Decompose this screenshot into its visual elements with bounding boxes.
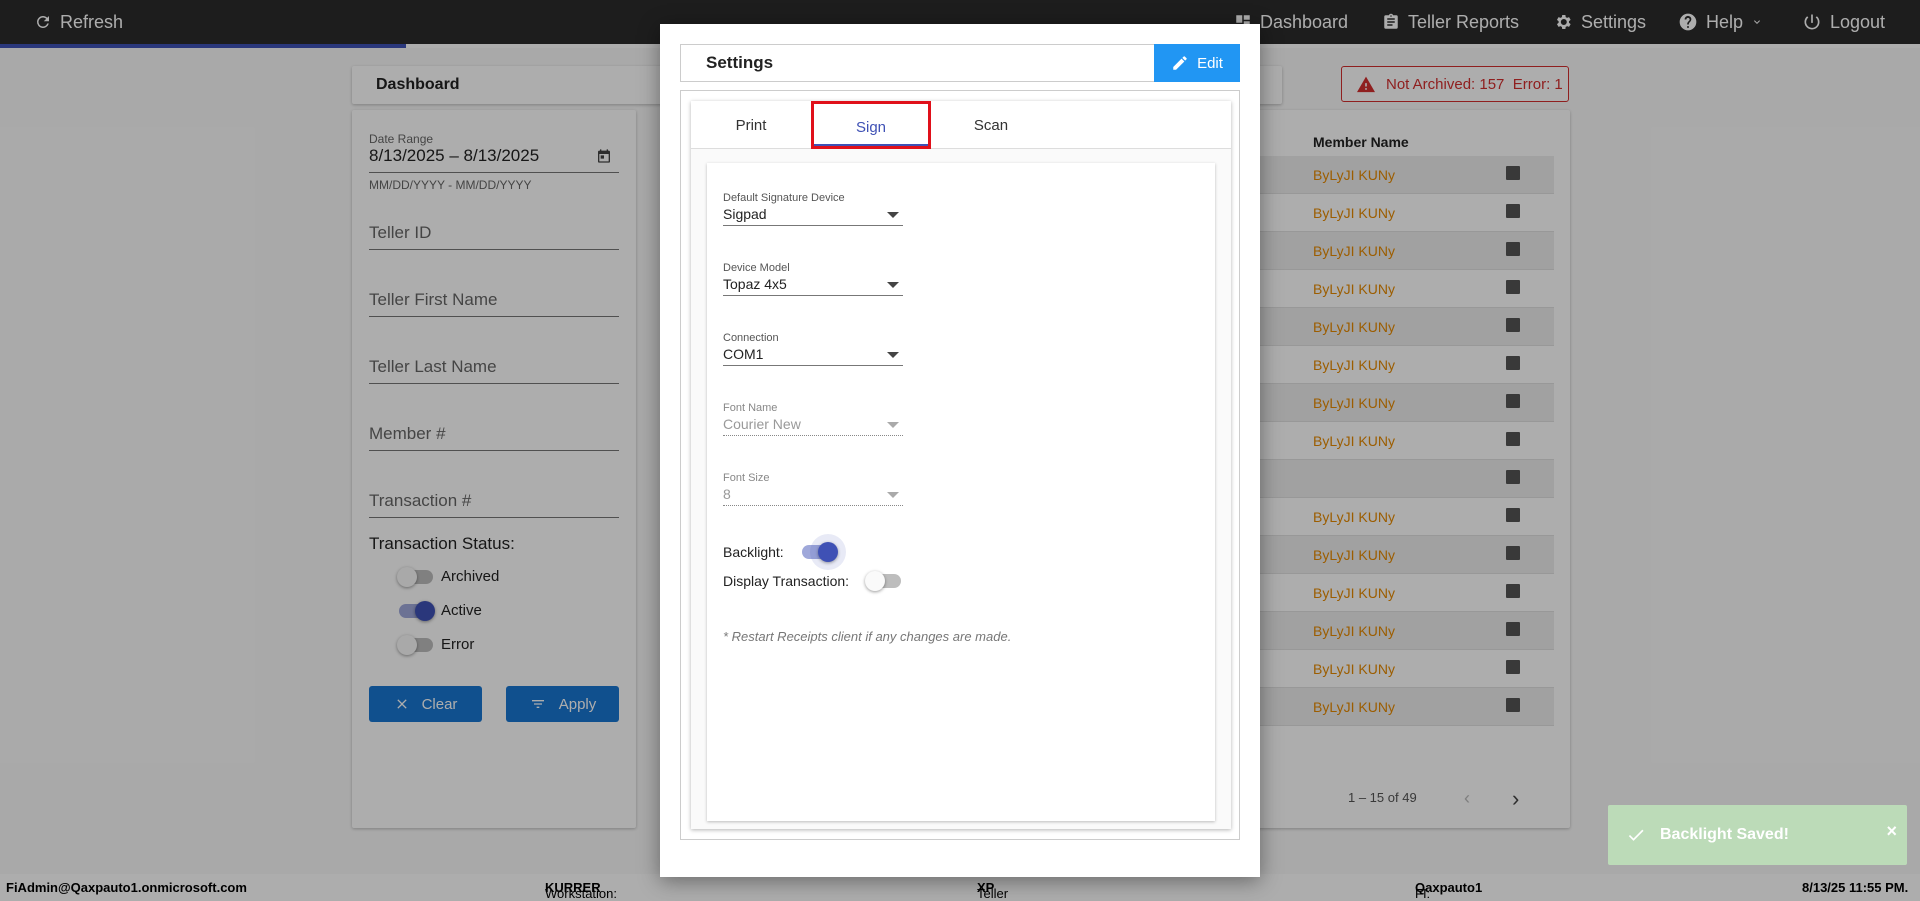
font-size-select: Font Size 8 [723,472,903,506]
edit-label: Edit [1197,54,1223,72]
connection-select[interactable]: Connection COM1 [723,332,903,366]
tab-sign-label: Sign [855,118,887,136]
backlight-label: Backlight: [723,544,784,560]
edit-button[interactable]: Edit [1154,44,1240,82]
settings-dialog: Settings Edit Print Sign Scan Default Si… [660,24,1260,877]
tab-sign[interactable]: Sign [811,101,931,149]
font-name-select: Font Name Courier New [723,402,903,436]
font-name-label: Font Name [723,402,778,414]
connection-value: COM1 [723,346,764,362]
display-transaction-row: Display Transaction: [723,571,902,591]
font-size-value: 8 [723,486,731,502]
dropdown-arrow-icon [887,212,899,218]
device-model-label: Device Model [723,262,790,274]
backlight-row: Backlight: [723,542,838,562]
settings-dialog-body: Print Sign Scan Default Signature Device… [680,90,1240,840]
display-transaction-toggle[interactable] [865,571,902,591]
pencil-icon [1173,56,1187,70]
settings-dialog-title: Settings [706,53,774,72]
display-transaction-label: Display Transaction: [723,573,850,589]
signature-device-value: Sigpad [723,206,767,222]
connection-label: Connection [723,332,779,344]
toast-close-icon[interactable]: × [1886,821,1897,842]
device-model-value: Topaz 4x5 [723,276,787,292]
dropdown-arrow-icon [887,422,899,428]
sign-settings-form: Default Signature Device Sigpad Device M… [707,163,1215,821]
tab-scan[interactable]: Scan [931,101,1051,149]
dropdown-arrow-icon [887,352,899,358]
success-toast: Backlight Saved! × [1608,805,1907,865]
settings-tabs: Print Sign Scan Default Signature Device… [691,101,1231,829]
tab-strip: Print Sign Scan [691,101,1231,149]
device-model-select[interactable]: Device Model Topaz 4x5 [723,262,903,296]
font-size-label: Font Size [723,472,770,484]
settings-dialog-header: Settings Edit [680,44,1240,82]
backlight-toggle[interactable] [801,542,838,562]
toast-message: Backlight Saved! [1660,826,1789,843]
font-name-value: Courier New [723,416,801,432]
signature-device-label: Default Signature Device [723,192,845,204]
checkmark-icon [1628,829,1644,841]
signature-device-select[interactable]: Default Signature Device Sigpad [723,192,903,226]
dropdown-arrow-icon [887,282,899,288]
dropdown-arrow-icon [887,492,899,498]
restart-note: * Restart Receipts client if any changes… [723,629,1012,644]
tab-print[interactable]: Print [691,101,811,149]
